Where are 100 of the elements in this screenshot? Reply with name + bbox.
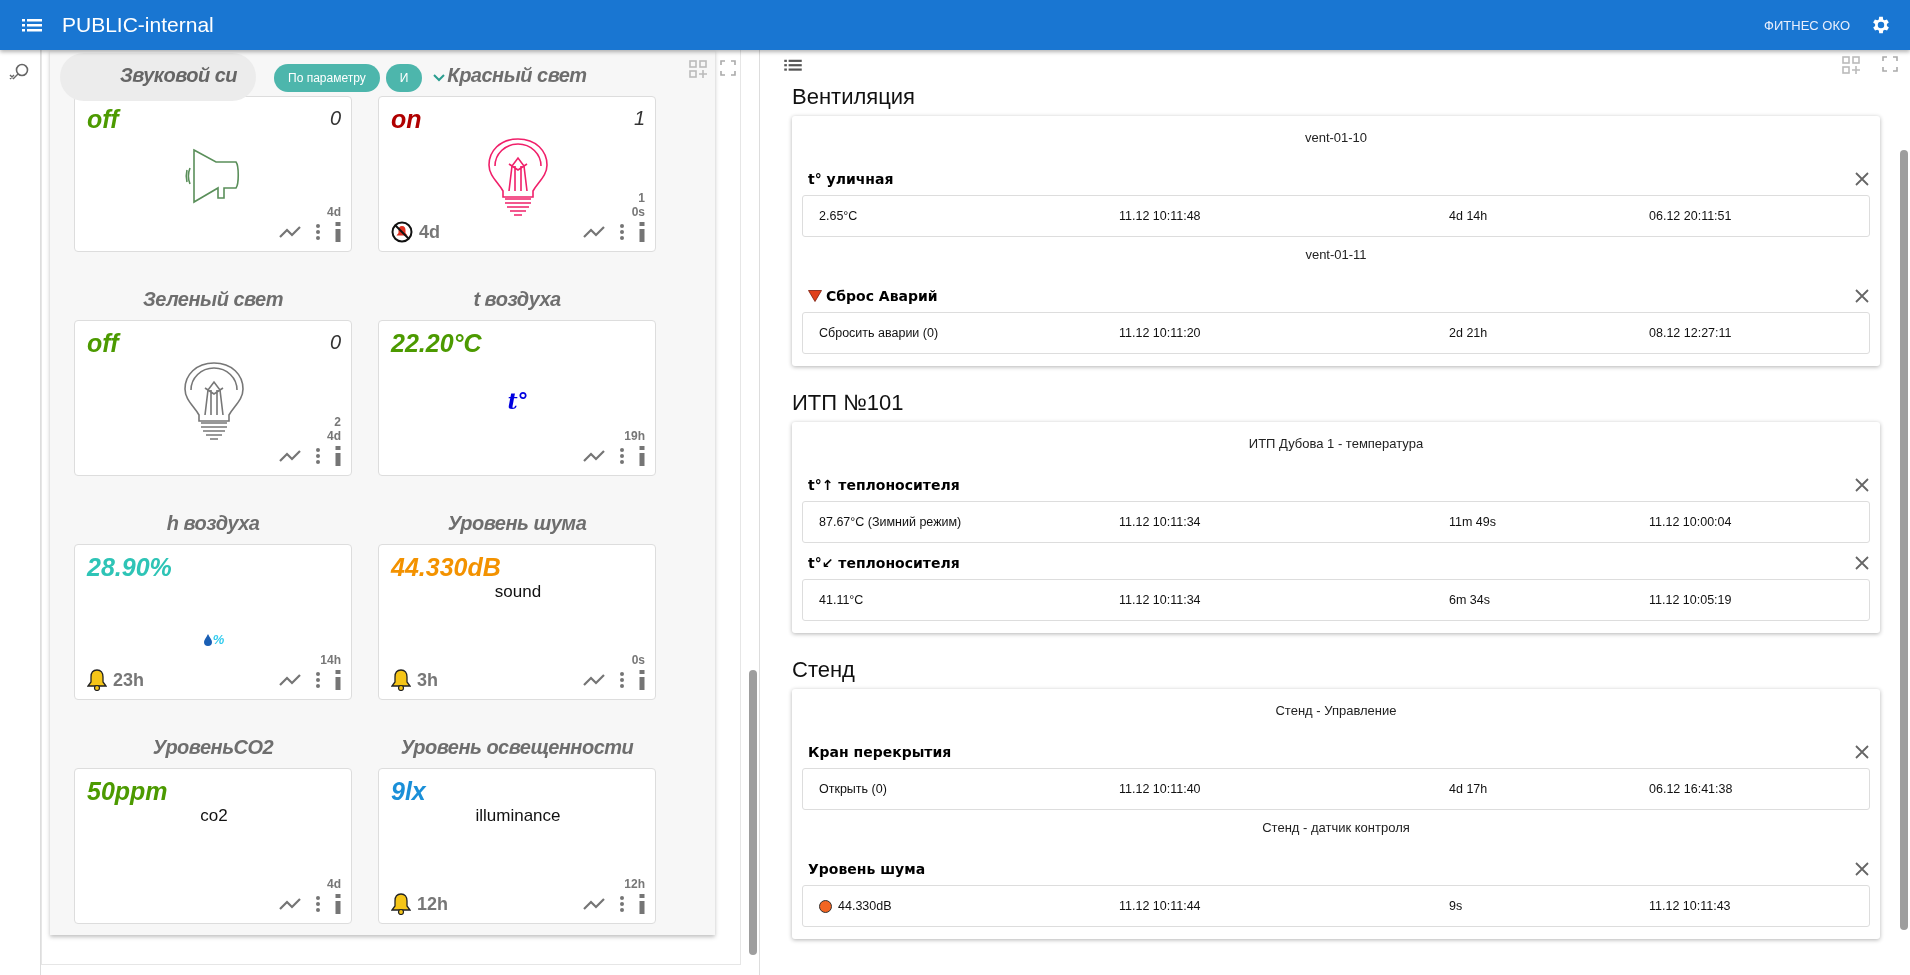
- group-title: ИТП Дубова 1 - температура: [1247, 435, 1425, 453]
- info-icon[interactable]: [639, 222, 645, 242]
- widget-stat: 4d: [327, 429, 341, 443]
- item-row[interactable]: 2.65°C 11.12 10:11:48 4d 14h 06.12 20:11:51: [802, 195, 1870, 237]
- row-cell: 11.12 10:11:40: [1119, 782, 1201, 796]
- more-icon[interactable]: [619, 447, 625, 465]
- widget-stat: 0s: [631, 205, 645, 219]
- row-cell: 11.12 10:11:34: [1119, 515, 1201, 529]
- widget-stat: 0s: [631, 653, 645, 667]
- info-icon[interactable]: [335, 446, 341, 466]
- chart-icon[interactable]: [279, 897, 301, 911]
- item-title: Кран перекрытия: [808, 744, 952, 760]
- close-icon[interactable]: [1854, 555, 1870, 571]
- row-cell: 11.12 10:11:20: [1119, 326, 1201, 340]
- alarm-time: 4d: [419, 221, 440, 243]
- more-icon[interactable]: [619, 223, 625, 241]
- row-cell: 6m 34s: [1449, 593, 1490, 607]
- section-title: Вентиляция: [792, 84, 916, 110]
- row-cell: 9s: [1449, 899, 1463, 913]
- more-icon[interactable]: [315, 671, 321, 689]
- close-icon[interactable]: [1854, 477, 1870, 493]
- info-icon[interactable]: [639, 446, 645, 466]
- item-title: t°↑ теплоносителя: [808, 477, 960, 493]
- widget-value: 9lx: [391, 777, 426, 806]
- sensor-label: co2: [200, 806, 228, 826]
- widget-stat: 4d: [327, 877, 341, 891]
- close-icon[interactable]: [1854, 288, 1870, 304]
- widget-count: 0: [329, 331, 341, 354]
- widget-stat: 2: [334, 415, 341, 429]
- more-icon[interactable]: [315, 895, 321, 913]
- widget-count: 1: [633, 107, 645, 130]
- item-row[interactable]: Сбросить аварии (0) 11.12 10:11:20 2d 21h 08.12 12:27:11: [802, 312, 1870, 354]
- row-cell: 11m 49s: [1449, 515, 1496, 529]
- chart-icon[interactable]: [583, 225, 605, 239]
- widget-stat: 19h: [624, 429, 645, 443]
- item-row[interactable]: Открыть (0) 11.12 10:11:40 4d 17h 06.12 16:41:38: [802, 768, 1870, 810]
- info-icon[interactable]: [335, 894, 341, 914]
- bell-icon[interactable]: [391, 893, 411, 915]
- close-icon[interactable]: [1854, 861, 1870, 877]
- row-cell: 4d 14h: [1449, 209, 1488, 223]
- group-title: vent-01-11: [1304, 246, 1368, 264]
- widget-stat: 1: [638, 191, 645, 205]
- widget-title: Красный свет: [447, 63, 587, 87]
- temperature-symbol: t°: [507, 387, 529, 414]
- more-icon[interactable]: [315, 447, 321, 465]
- search-icon[interactable]: [9, 62, 31, 82]
- chart-icon[interactable]: [279, 225, 301, 239]
- section-title: Стенд: [792, 657, 856, 683]
- sensor-label: illuminance: [475, 806, 561, 826]
- more-icon[interactable]: [619, 895, 625, 913]
- row-cell: 2d 21h: [1449, 326, 1488, 340]
- widget-title: t воздуха: [473, 287, 561, 311]
- more-icon[interactable]: [619, 671, 625, 689]
- bell-icon[interactable]: [87, 669, 107, 691]
- filter-pill[interactable]: [60, 53, 256, 101]
- item-row[interactable]: 87.67°C (Зимний режим) 11.12 10:11:34 11m 49s 11.12 10:00:04: [802, 501, 1870, 543]
- info-icon[interactable]: [335, 222, 341, 242]
- widget-stat: 4d: [327, 205, 341, 219]
- chevron-down-icon[interactable]: [432, 73, 447, 83]
- row-cell: 06.12 16:41:38: [1649, 782, 1733, 796]
- item-title: Уровень шума: [808, 861, 926, 877]
- list-icon[interactable]: [22, 17, 42, 33]
- group-title: Стенд - датчик контроля: [1261, 819, 1411, 837]
- widget-value: 50ppm: [87, 777, 168, 806]
- info-icon[interactable]: [639, 670, 645, 690]
- row-cell: 06.12 20:11:51: [1649, 209, 1732, 223]
- row-cell: Открыть (0): [819, 782, 887, 796]
- close-icon[interactable]: [1854, 171, 1870, 187]
- settings-icon[interactable]: [1870, 14, 1892, 36]
- close-icon[interactable]: [1854, 744, 1870, 760]
- group-title: vent-01-10: [1303, 129, 1369, 147]
- row-cell: 41.11°C: [819, 593, 864, 607]
- row-cell: 11.12 10:11:48: [1119, 209, 1201, 223]
- group-title: Стенд - Управление: [1274, 702, 1398, 720]
- chart-icon[interactable]: [583, 897, 605, 911]
- row-cell: 11.12 10:11:43: [1649, 899, 1731, 913]
- row-cell: 11.12 10:05:19: [1649, 593, 1732, 607]
- row-cell: 87.67°C (Зимний режим): [819, 515, 962, 529]
- chart-icon[interactable]: [279, 449, 301, 463]
- more-icon[interactable]: [315, 223, 321, 241]
- info-icon[interactable]: [639, 894, 645, 914]
- row-cell: 4d 17h: [1449, 782, 1488, 796]
- item-row[interactable]: 41.11°C 11.12 10:11:34 6m 34s 11.12 10:05:19: [802, 579, 1870, 621]
- chart-icon[interactable]: [279, 673, 301, 687]
- row-cell: 08.12 12:27:11: [1649, 326, 1732, 340]
- scrollbar[interactable]: [749, 670, 757, 955]
- row-cell: 11.12 10:11:34: [1119, 593, 1201, 607]
- bell-icon[interactable]: [391, 669, 411, 691]
- info-icon[interactable]: [335, 670, 341, 690]
- user-name[interactable]: ФИТНЕС ОКО: [1764, 17, 1850, 33]
- widget-value: 44.330dB: [391, 553, 501, 582]
- row-cell: Сбросить аварии (0): [819, 326, 939, 340]
- scrollbar[interactable]: [1900, 150, 1908, 930]
- muted-bell-icon[interactable]: [391, 221, 413, 243]
- list-icon[interactable]: [784, 58, 802, 72]
- chart-icon[interactable]: [583, 449, 605, 463]
- widget-title: УровеньCO2: [152, 735, 274, 759]
- item-row[interactable]: 44.330dB 11.12 10:11:44 9s 11.12 10:11:43: [802, 885, 1870, 927]
- chart-icon[interactable]: [583, 673, 605, 687]
- percent-symbol: %: [212, 632, 225, 647]
